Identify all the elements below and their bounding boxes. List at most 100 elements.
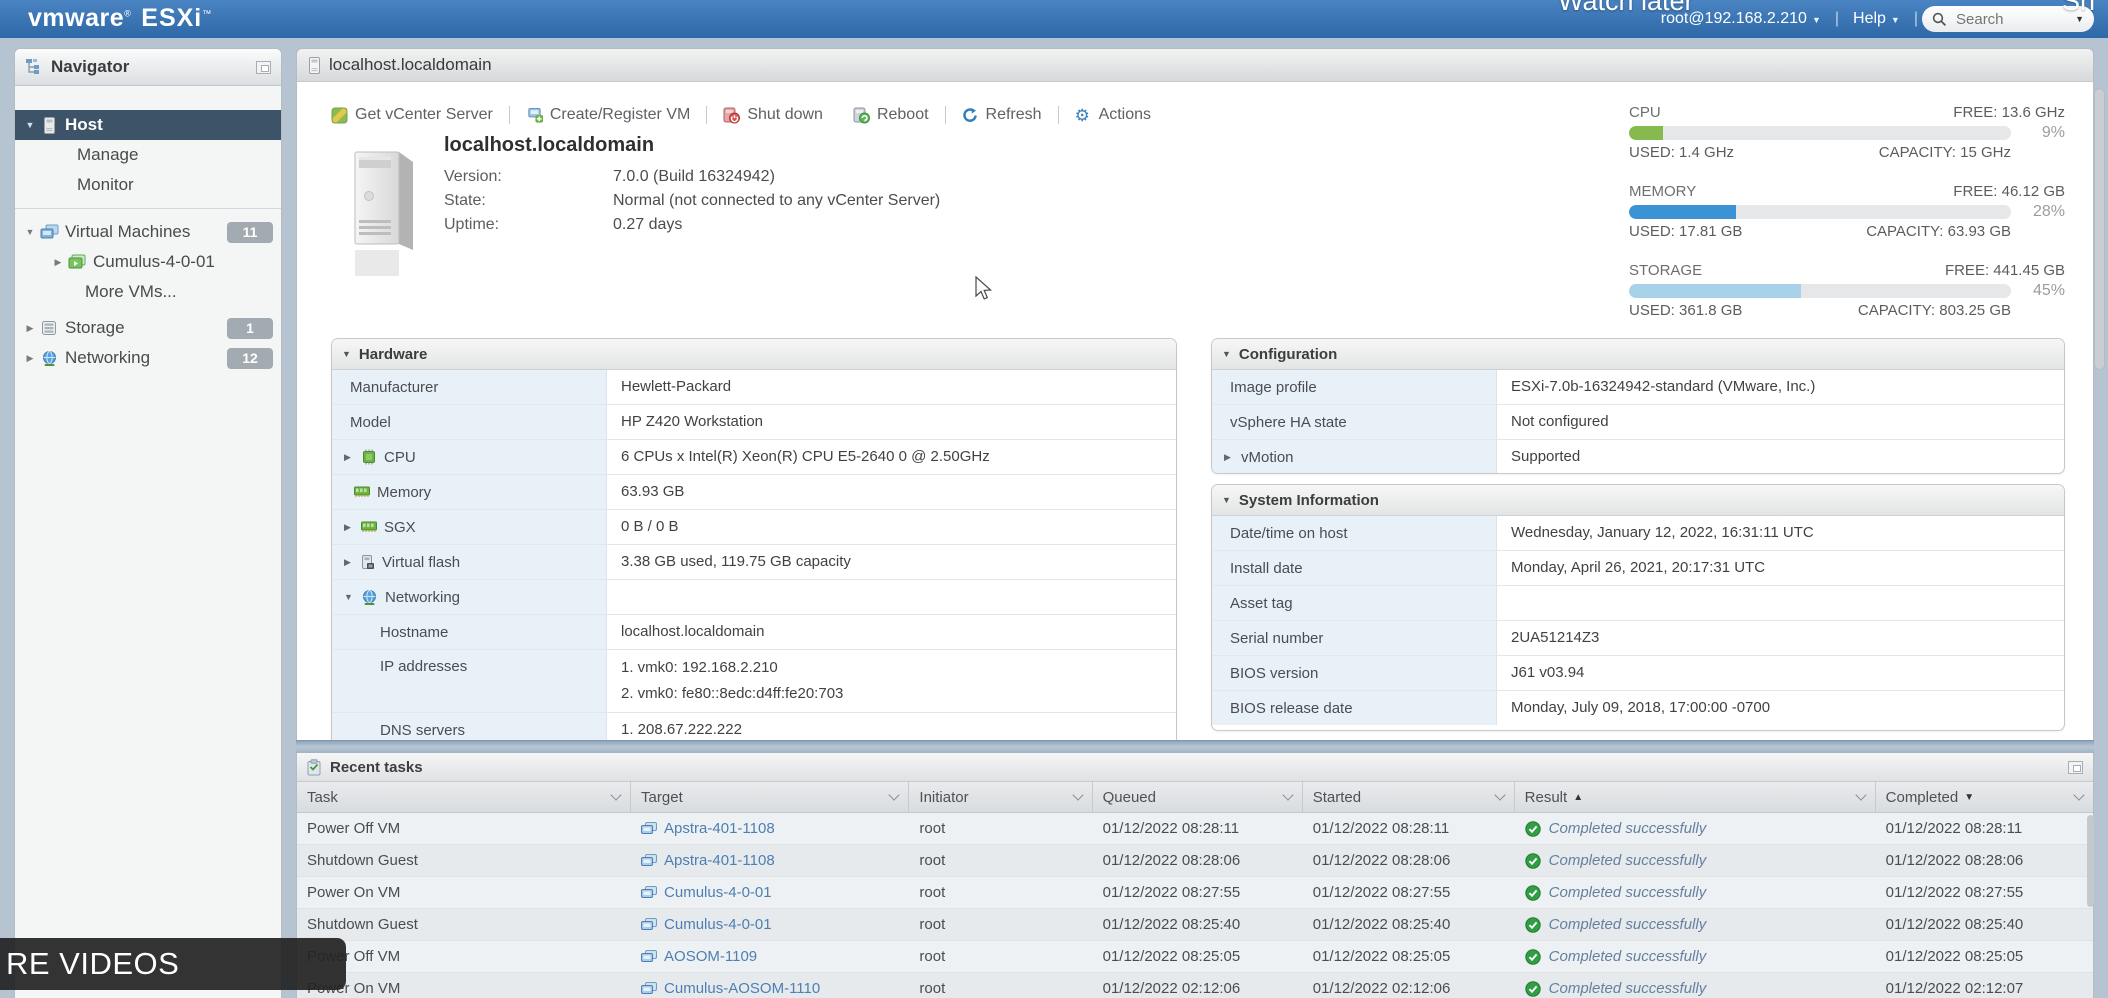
caret-down-icon: ▼ xyxy=(1222,495,1231,505)
column-header-task[interactable]: Task xyxy=(297,782,631,812)
sidebar-item-storage[interactable]: ▶ Storage 1 xyxy=(15,313,281,343)
help-menu[interactable]: Help▼ xyxy=(1853,10,1900,28)
chevron-down-icon[interactable]: ▼ xyxy=(23,120,37,130)
filter-chevron-icon[interactable] xyxy=(1282,789,1293,800)
column-header-completed[interactable]: Completed▼ xyxy=(1876,782,2093,812)
table-row: IP addresses 1. vmk0: 192.168.2.210 2. v… xyxy=(332,650,1176,713)
reboot-button[interactable]: Reboot xyxy=(853,106,929,124)
memory-icon xyxy=(354,486,370,498)
column-header-started[interactable]: Started xyxy=(1303,782,1515,812)
queued-cell: 01/12/2022 08:28:11 xyxy=(1093,813,1303,844)
chevron-right-icon[interactable]: ▶ xyxy=(344,522,354,533)
result-cell: Completed successfully xyxy=(1515,813,1876,844)
chevron-down-icon[interactable]: ▼ xyxy=(23,227,37,237)
tab-host[interactable]: localhost.localdomain xyxy=(329,55,492,75)
target-link[interactable]: Cumulus-4-0-01 xyxy=(664,884,772,901)
tasks-vertical-scrollbar[interactable] xyxy=(2087,815,2094,907)
main-vertical-scrollbar[interactable] xyxy=(2094,88,2105,370)
chevron-down-icon: ▼ xyxy=(1812,15,1821,25)
host-toolbar: Get vCenter Server Create/Register VM Sh… xyxy=(331,102,1151,128)
chevron-right-icon[interactable]: ▶ xyxy=(1224,452,1234,463)
row-label: Model xyxy=(332,405,607,439)
table-row: Install date Monday, April 26, 2021, 20:… xyxy=(1212,551,2064,586)
sidebar-item-monitor[interactable]: Monitor xyxy=(15,170,281,200)
queued-cell: 01/12/2022 08:25:40 xyxy=(1093,909,1303,940)
filter-chevron-icon[interactable] xyxy=(1072,789,1083,800)
column-header-target[interactable]: Target xyxy=(631,782,909,812)
success-check-icon xyxy=(1525,885,1541,901)
host-icon xyxy=(39,117,59,134)
target-link[interactable]: AOSOM-1109 xyxy=(664,948,757,965)
networking-icon xyxy=(39,350,59,367)
column-header-result[interactable]: Result▲ xyxy=(1515,782,1876,812)
filter-chevron-icon[interactable] xyxy=(1855,789,1866,800)
target-link[interactable]: Cumulus-AOSOM-1110 xyxy=(664,980,820,997)
initiator-cell: root xyxy=(909,973,1092,998)
table-row: Power Off VM Apstra-401-1108 root 01/12/… xyxy=(297,813,2093,845)
networking-count-badge: 12 xyxy=(227,348,273,369)
horizontal-splitter[interactable] xyxy=(296,740,2094,754)
create-register-vm-button[interactable]: Create/Register VM xyxy=(526,106,691,124)
filter-chevron-icon[interactable] xyxy=(610,789,621,800)
sidebar-item-host[interactable]: ▼ Host xyxy=(15,110,281,140)
target-link[interactable]: Apstra-401-1108 xyxy=(664,820,775,837)
configuration-panel: ▼ Configuration Image profile ESXi-7.0b-… xyxy=(1211,338,2065,474)
shut-down-button[interactable]: Shut down xyxy=(723,106,823,124)
chevron-right-icon[interactable]: ▶ xyxy=(23,323,37,334)
completed-cell: 01/12/2022 08:28:11 xyxy=(1876,813,2093,844)
initiator-cell: root xyxy=(909,845,1092,876)
sidebar-item-more-vms[interactable]: More VMs... xyxy=(15,277,281,307)
sgx-icon xyxy=(361,521,377,533)
sidebar-item-networking[interactable]: ▶ Networking 12 xyxy=(15,343,281,373)
more-videos-overlay[interactable]: RE VIDEOS xyxy=(0,938,346,990)
chevron-right-icon[interactable]: ▶ xyxy=(51,257,65,268)
started-cell: 01/12/2022 02:12:06 xyxy=(1303,973,1515,998)
host-server-image xyxy=(345,148,423,285)
sidebar-item-virtual-machines[interactable]: ▼ Virtual Machines 11 xyxy=(15,217,281,247)
navigator-window-icon[interactable] xyxy=(256,61,271,74)
result-text: Completed successfully xyxy=(1549,852,1707,869)
get-vcenter-server-button[interactable]: Get vCenter Server xyxy=(331,106,493,124)
filter-chevron-icon[interactable] xyxy=(889,789,900,800)
configuration-panel-header[interactable]: ▼ Configuration xyxy=(1212,339,2064,370)
main-area: localhost.localdomain Get vCenter Server… xyxy=(296,48,2094,998)
target-link[interactable]: Apstra-401-1108 xyxy=(664,852,775,869)
chevron-right-icon[interactable]: ▶ xyxy=(344,452,354,463)
target-cell: AOSOM-1109 xyxy=(631,941,909,972)
sidebar-item-label: Virtual Machines xyxy=(65,222,190,242)
sidebar-item-manage[interactable]: Manage xyxy=(15,140,281,170)
target-link[interactable]: Cumulus-4-0-01 xyxy=(664,916,772,933)
search-input[interactable] xyxy=(1954,10,2062,29)
gauge-percent: 45% xyxy=(2021,282,2065,300)
sidebar-item-label: Networking xyxy=(65,348,150,368)
initiator-cell: root xyxy=(909,813,1092,844)
gauge-track xyxy=(1629,126,2011,140)
row-label: Install date xyxy=(1212,551,1497,585)
target-cell: Cumulus-4-0-01 xyxy=(631,877,909,908)
refresh-button[interactable]: Refresh xyxy=(962,106,1042,124)
chevron-right-icon[interactable]: ▶ xyxy=(23,353,37,364)
filter-chevron-icon[interactable] xyxy=(1494,789,1505,800)
sidebar-item-cumulus-vm[interactable]: ▶ Cumulus-4-0-01 xyxy=(15,247,281,277)
gauge-free: FREE: 441.45 GB xyxy=(1945,262,2065,279)
column-header-initiator[interactable]: Initiator xyxy=(909,782,1092,812)
completed-cell: 01/12/2022 08:27:55 xyxy=(1876,877,2093,908)
actions-button[interactable]: ⚙ Actions xyxy=(1075,106,1151,124)
system-information-panel-header[interactable]: ▼ System Information xyxy=(1212,485,2064,516)
shutdown-icon xyxy=(723,107,740,124)
share-overlay[interactable]: Sh xyxy=(2062,0,2095,17)
gauge-used: USED: 1.4 GHz xyxy=(1629,144,1734,161)
search-icon xyxy=(1932,12,1947,27)
sort-asc-icon: ▲ xyxy=(1573,792,1583,803)
target-cell: Cumulus-4-0-01 xyxy=(631,909,909,940)
filter-chevron-icon[interactable] xyxy=(2073,789,2084,800)
hardware-panel-header[interactable]: ▼ Hardware xyxy=(332,339,1176,370)
row-label: IP addresses xyxy=(332,650,607,712)
watch-later-overlay[interactable]: Watch later xyxy=(1558,0,1694,17)
row-value: Hewlett-Packard xyxy=(607,370,1176,404)
tasks-window-icon[interactable] xyxy=(2068,761,2083,774)
chevron-right-icon[interactable]: ▶ xyxy=(344,557,354,568)
chevron-down-icon[interactable]: ▼ xyxy=(344,592,354,602)
chevron-down-icon: ▼ xyxy=(1891,15,1900,25)
column-header-queued[interactable]: Queued xyxy=(1093,782,1303,812)
